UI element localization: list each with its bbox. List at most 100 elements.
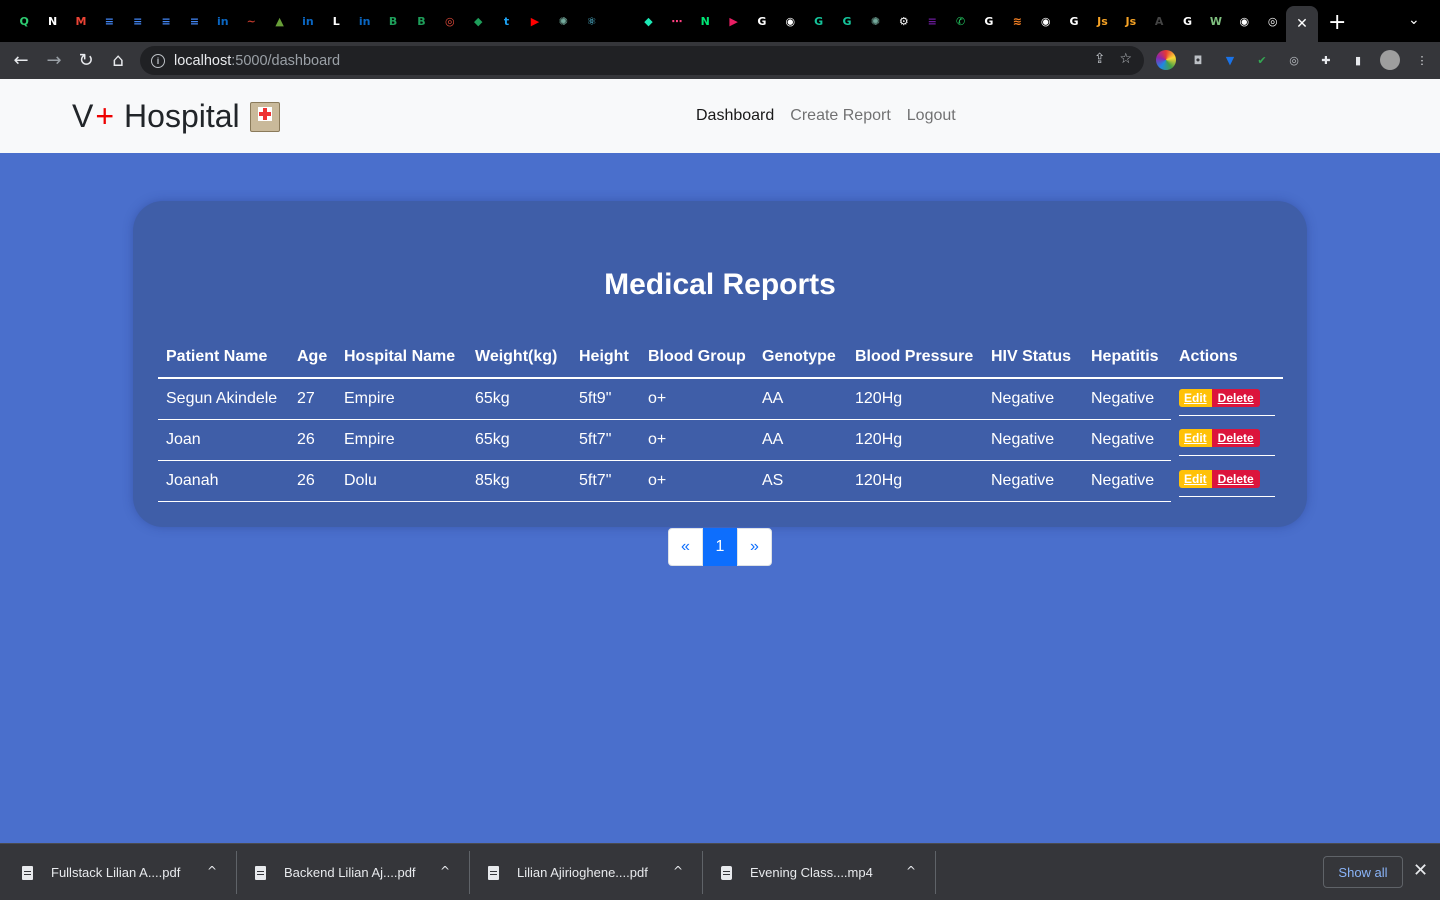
column-header: HIV Status	[983, 337, 1083, 379]
home-icon[interactable]: ⌂	[104, 42, 132, 79]
app-favicon[interactable]: ▲	[269, 10, 291, 32]
share-icon[interactable]: ⇪	[1094, 51, 1106, 67]
app-favicon[interactable]: ◆	[467, 10, 489, 32]
app-favicon[interactable]: L	[325, 10, 347, 32]
back-icon[interactable]: ←	[7, 42, 35, 79]
pagination-prev-button[interactable]: «	[668, 528, 703, 566]
table-header-row: Patient Name Age Hospital Name Weight(kg…	[158, 337, 1283, 379]
notion-favicon[interactable]: N	[42, 10, 64, 32]
app-favicon[interactable]: B	[382, 10, 404, 32]
app-favicon[interactable]: ◆	[637, 10, 659, 32]
info-icon[interactable]: i	[151, 53, 165, 68]
linkedin-favicon[interactable]: in	[354, 10, 376, 32]
chatgpt-favicon[interactable]: ✺	[864, 10, 886, 32]
column-header: Age	[289, 337, 336, 379]
shield-extension-icon[interactable]: ▼	[1220, 50, 1240, 70]
download-filename: Fullstack Lilian A....pdf	[51, 865, 181, 880]
react-favicon[interactable]: ⚛	[581, 10, 603, 32]
chrome-favicon[interactable]: ◎	[1262, 10, 1284, 32]
delete-button[interactable]: Delete	[1211, 429, 1260, 447]
download-item[interactable]: Fullstack Lilian A....pdf	[22, 844, 180, 900]
nav-logout-link[interactable]: Logout	[907, 107, 956, 125]
js-favicon[interactable]: Js	[1091, 10, 1113, 32]
table-cell: Dolu	[336, 460, 467, 502]
app-favicon[interactable]: ~	[240, 10, 262, 32]
settings-favicon[interactable]: ⚙	[893, 10, 915, 32]
delete-button[interactable]: Delete	[1211, 470, 1260, 488]
google-favicon[interactable]: G	[751, 10, 773, 32]
download-item[interactable]: Lilian Ajirioghene....pdf	[488, 844, 648, 900]
docs-favicon[interactable]: ≡	[155, 10, 177, 32]
menu-kebab-icon[interactable]: ⋮	[1412, 50, 1432, 70]
address-bar[interactable]: i localhost:5000/dashboard ⇪ ☆	[140, 46, 1144, 75]
app-favicon[interactable]: ≡	[921, 10, 943, 32]
table-cell: AS	[754, 460, 847, 502]
camera-extension-icon[interactable]: ◘	[1188, 50, 1208, 70]
download-item[interactable]: Evening Class....mp4	[721, 844, 873, 900]
quora-favicon[interactable]: Q	[13, 10, 35, 32]
github-favicon[interactable]: ◉	[1035, 10, 1057, 32]
github-favicon[interactable]: ◉	[1233, 10, 1255, 32]
docs-favicon[interactable]: ≡	[127, 10, 149, 32]
bookmark-star-icon[interactable]: ☆	[1119, 51, 1132, 67]
forward-icon[interactable]: →	[40, 42, 68, 79]
active-tab[interactable]: ✕	[1286, 6, 1318, 42]
new-tab-icon[interactable]: +	[1328, 10, 1346, 35]
blank-favicon[interactable]	[609, 10, 631, 32]
edit-button[interactable]: Edit	[1179, 429, 1212, 447]
pdf-file-icon	[488, 865, 499, 880]
js-favicon[interactable]: Js	[1120, 10, 1142, 32]
color-picker-extension-icon[interactable]	[1156, 50, 1176, 70]
pagination-next-button[interactable]: »	[737, 528, 772, 566]
table-cell: 5ft9"	[571, 378, 640, 420]
table-cell: Negative	[983, 378, 1083, 420]
stackoverflow-favicon[interactable]: ≋	[1006, 10, 1028, 32]
delete-button[interactable]: Delete	[1211, 389, 1260, 407]
target-extension-icon[interactable]: ◎	[1284, 50, 1304, 70]
google-favicon[interactable]: G	[978, 10, 1000, 32]
grammarly-favicon[interactable]: G	[808, 10, 830, 32]
table-cell: Segun Akindele	[158, 378, 289, 420]
google-favicon[interactable]: G	[1177, 10, 1199, 32]
linkedin-favicon[interactable]: in	[212, 10, 234, 32]
app-favicon[interactable]: W	[1205, 10, 1227, 32]
edit-button[interactable]: Edit	[1179, 470, 1212, 488]
whatsapp-favicon[interactable]: ✆	[950, 10, 972, 32]
gmail-favicon[interactable]: M	[70, 10, 92, 32]
app-favicon[interactable]: B	[410, 10, 432, 32]
profile-avatar[interactable]	[1380, 50, 1400, 70]
download-item[interactable]: Backend Lilian Aj....pdf	[255, 844, 416, 900]
app-favicon[interactable]: ▶	[723, 10, 745, 32]
google-favicon[interactable]: G	[1063, 10, 1085, 32]
docs-favicon[interactable]: ≡	[183, 10, 205, 32]
github-favicon[interactable]: ◉	[779, 10, 801, 32]
check-shield-extension-icon[interactable]: ✔	[1252, 50, 1272, 70]
linkedin-favicon[interactable]: in	[297, 10, 319, 32]
pagination-page-button[interactable]: 1	[703, 528, 737, 566]
brand-logo[interactable]: V + Hospital	[72, 98, 280, 135]
nav-create-report-link[interactable]: Create Report	[790, 107, 891, 125]
close-tab-icon[interactable]: ✕	[1296, 16, 1308, 32]
app-favicon[interactable]: ⋯	[666, 10, 688, 32]
side-panel-icon[interactable]: ▮	[1348, 50, 1368, 70]
chatgpt-favicon[interactable]: ✺	[552, 10, 574, 32]
grammarly-favicon[interactable]: G	[836, 10, 858, 32]
show-all-downloads-button[interactable]: Show all	[1323, 856, 1403, 888]
chevron-down-icon[interactable]: ⌄	[1408, 12, 1420, 28]
twitter-favicon[interactable]: t	[496, 10, 518, 32]
edit-button[interactable]: Edit	[1179, 389, 1212, 407]
close-downloads-icon[interactable]: ✕	[1413, 860, 1428, 881]
chevron-up-icon[interactable]: ^	[673, 864, 683, 878]
reload-icon[interactable]: ↻	[72, 42, 100, 79]
table-cell: 120Hg	[847, 460, 983, 502]
chevron-up-icon[interactable]: ^	[440, 864, 450, 878]
chevron-up-icon[interactable]: ^	[906, 864, 916, 878]
nav-dashboard-link[interactable]: Dashboard	[696, 107, 774, 125]
docs-favicon[interactable]: ≡	[98, 10, 120, 32]
app-favicon[interactable]: A	[1148, 10, 1170, 32]
chevron-up-icon[interactable]: ^	[207, 864, 217, 878]
puzzle-extensions-icon[interactable]: ✚	[1316, 50, 1336, 70]
app-favicon[interactable]: ◎	[439, 10, 461, 32]
youtube-favicon[interactable]: ▶	[524, 10, 546, 32]
app-favicon[interactable]: N	[694, 10, 716, 32]
